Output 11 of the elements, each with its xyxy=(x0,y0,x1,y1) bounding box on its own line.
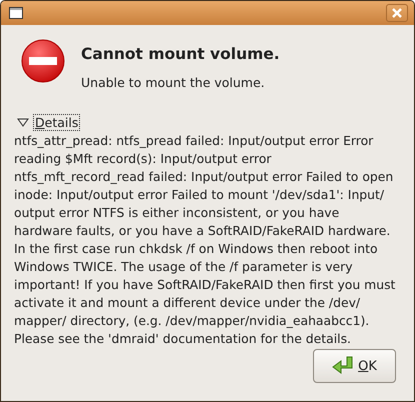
enter-arrow-icon xyxy=(332,356,354,376)
dialog-message: Unable to mount the volume. xyxy=(81,75,266,90)
close-icon xyxy=(392,8,402,18)
details-text: ntfs_attr_pread: ntfs_pread failed: Input/output error Error reading $Mft record(s): Input/output error ntfs_mft_record_read failed: Input/output error Failed to open inode: Input/output error Failed to mount '/dev/sda1': Input/ output error NTFS is either inconsistent, or you have hardware faults, or you have a SoftRAID/FakeRAID hardware. In the first case run chkdsk /f on Windows then reboot into Windows TWICE. The usage of the /f parameter is very important! If you have SoftRAID/FakeRAID then first you must activate it and mount a different device under the /dev/ mapper/ directory, (e.g. /dev/mapper/nvidia_eahaabcc1). Please see the 'dmraid' documentation for the details. xyxy=(14,132,396,348)
ok-button[interactable]: OK xyxy=(313,349,396,383)
expander-triangle-icon[interactable] xyxy=(17,118,29,127)
stop-icon xyxy=(21,39,65,83)
close-button[interactable] xyxy=(386,4,408,22)
details-expander[interactable]: Details xyxy=(33,114,80,131)
dialog-heading: Cannot mount volume. xyxy=(81,45,280,63)
window-icon xyxy=(9,7,23,19)
